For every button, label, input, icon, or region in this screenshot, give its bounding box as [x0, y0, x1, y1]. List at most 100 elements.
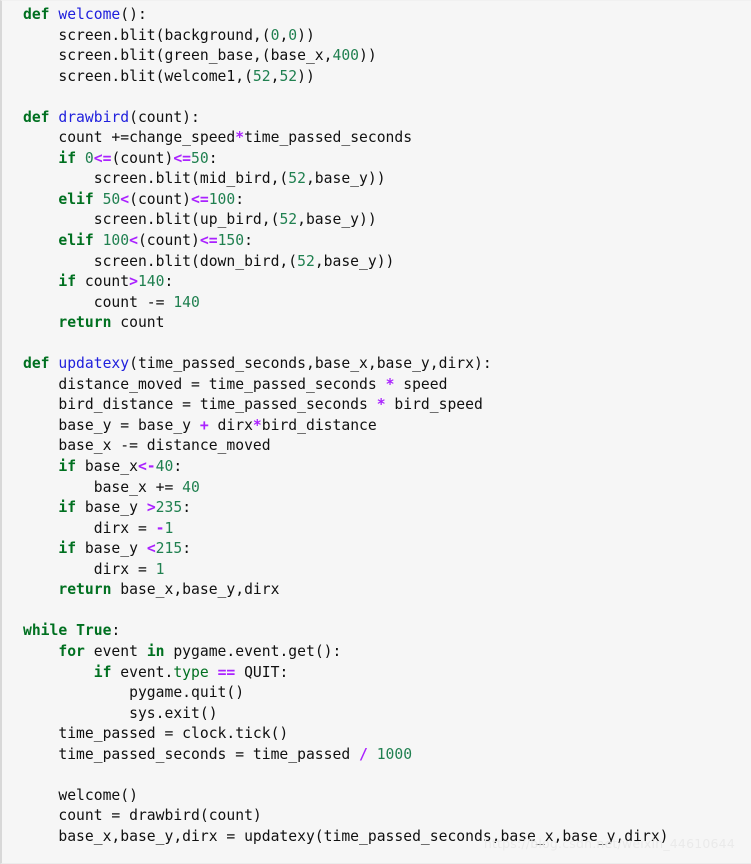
code-token: 1: [155, 560, 165, 578]
code-token: base_y: [76, 540, 147, 558]
code-token: bird_distance: [261, 416, 377, 434]
code-line: dirx = -1: [23, 519, 751, 540]
code-line: def updatexy(time_passed_seconds,base_x,…: [23, 354, 751, 375]
code-token: type: [173, 663, 209, 681]
code-token: :: [173, 458, 183, 476]
code-token: ,base_y)): [297, 211, 377, 229]
code-token: (count):: [129, 108, 200, 126]
code-token: if: [58, 499, 77, 517]
code-line: sys.exit(): [23, 704, 751, 725]
code-token: <-: [137, 458, 156, 476]
code-token: count -=: [23, 293, 174, 311]
code-token: >: [129, 273, 138, 291]
code-token: 100: [102, 232, 130, 250]
code-line: return base_x,base_y,dirx: [23, 580, 751, 601]
code-line: screen.blit(welcome1,(52,52)): [23, 67, 751, 88]
code-line: screen.blit(green_base,(base_x,400)): [23, 46, 751, 67]
code-token: >: [146, 499, 156, 517]
code-token: :: [111, 622, 121, 640]
code-token: :: [235, 190, 245, 208]
watermark-text: https://blog.csdn.net/weixin_44610644: [483, 836, 735, 851]
code-line: count -= 140: [23, 293, 751, 314]
code-token: pygame.quit(): [23, 684, 245, 702]
code-line: elif 100<(count)<=150:: [23, 231, 751, 252]
code-token: <: [120, 190, 130, 208]
code-token: base_x +=: [23, 478, 183, 496]
code-line: distance_moved = time_passed_seconds * s…: [23, 375, 751, 396]
code-token: screen.blit(green_base,(base_x,: [23, 47, 333, 65]
code-token: )): [359, 47, 377, 65]
code-token: speed: [394, 375, 448, 393]
code-token: (count): [111, 149, 174, 167]
code-line: return count: [23, 313, 751, 334]
code-token: screen.blit(up_bird,(: [23, 211, 280, 229]
code-token: event: [84, 642, 147, 660]
code-line: def welcome():: [23, 5, 751, 26]
code-token: screen.blit(down_bird,(: [23, 252, 298, 270]
code-token: def: [23, 6, 50, 23]
code-line: time_passed = clock.tick(): [23, 724, 751, 745]
code-token: ():: [120, 6, 147, 23]
code-line: if 0<=(count)<=50:: [23, 149, 751, 170]
code-token: welcome(): [23, 786, 138, 804]
code-line: screen.blit(background,(0,0)): [23, 26, 751, 47]
code-token: screen.blit(background,(: [23, 26, 271, 44]
code-token: count = drawbird(count): [23, 807, 262, 825]
code-token: 150: [217, 232, 245, 250]
code-token: ,base_y)): [314, 252, 395, 270]
code-token: base_x: [76, 458, 138, 476]
code-token: event.: [111, 663, 174, 681]
code-token: elif: [58, 232, 94, 250]
code-line: if base_y <215:: [23, 539, 751, 560]
code-token: (time_passed_seconds,base_x,base_y,dirx)…: [129, 355, 492, 373]
code-token: 52: [279, 211, 298, 229]
code-line: welcome(): [23, 786, 751, 807]
code-token: 50: [191, 149, 209, 167]
code-token: while: [23, 622, 68, 640]
code-token: +: [199, 416, 209, 434]
code-line: dirx = 1: [23, 560, 751, 581]
code-token: return: [58, 581, 112, 599]
code-token: 140: [137, 273, 165, 291]
code-listing[interactable]: def welcome(): screen.blit(background,( 0…: [23, 5, 751, 863]
code-token: 400: [332, 47, 360, 65]
code-token: if: [58, 149, 77, 167]
code-token: :: [208, 149, 218, 167]
code-token: elif: [58, 190, 94, 208]
code-token: *: [235, 129, 245, 147]
code-token: 50: [102, 190, 121, 208]
code-token: welcome: [58, 6, 121, 23]
code-token: updatexy: [58, 355, 130, 373]
code-token: base_y: [76, 499, 147, 517]
code-token: :: [182, 499, 192, 517]
code-line: elif 50<(count)<=100:: [23, 190, 751, 211]
code-token: time_passed = clock.tick(): [23, 725, 289, 743]
code-token: time_passed_seconds = time_passed: [23, 745, 360, 763]
code-token: <: [129, 232, 138, 250]
code-token: *: [252, 416, 262, 434]
code-token: :: [244, 232, 253, 250]
code-token: 1000: [376, 745, 413, 763]
code-line: pygame.quit(): [23, 683, 751, 704]
code-token: if: [93, 663, 112, 681]
code-token: 1: [164, 519, 174, 537]
code-token: count +=change_speed: [23, 129, 236, 147]
code-token: for: [58, 642, 85, 660]
code-token: base_x,base_y,dirx: [111, 581, 280, 599]
code-token: screen.blit(mid_bird,(: [23, 170, 289, 188]
code-line: count = drawbird(count): [23, 806, 751, 827]
code-token: 0: [288, 26, 298, 44]
code-token: base_y = base_y: [23, 416, 200, 434]
